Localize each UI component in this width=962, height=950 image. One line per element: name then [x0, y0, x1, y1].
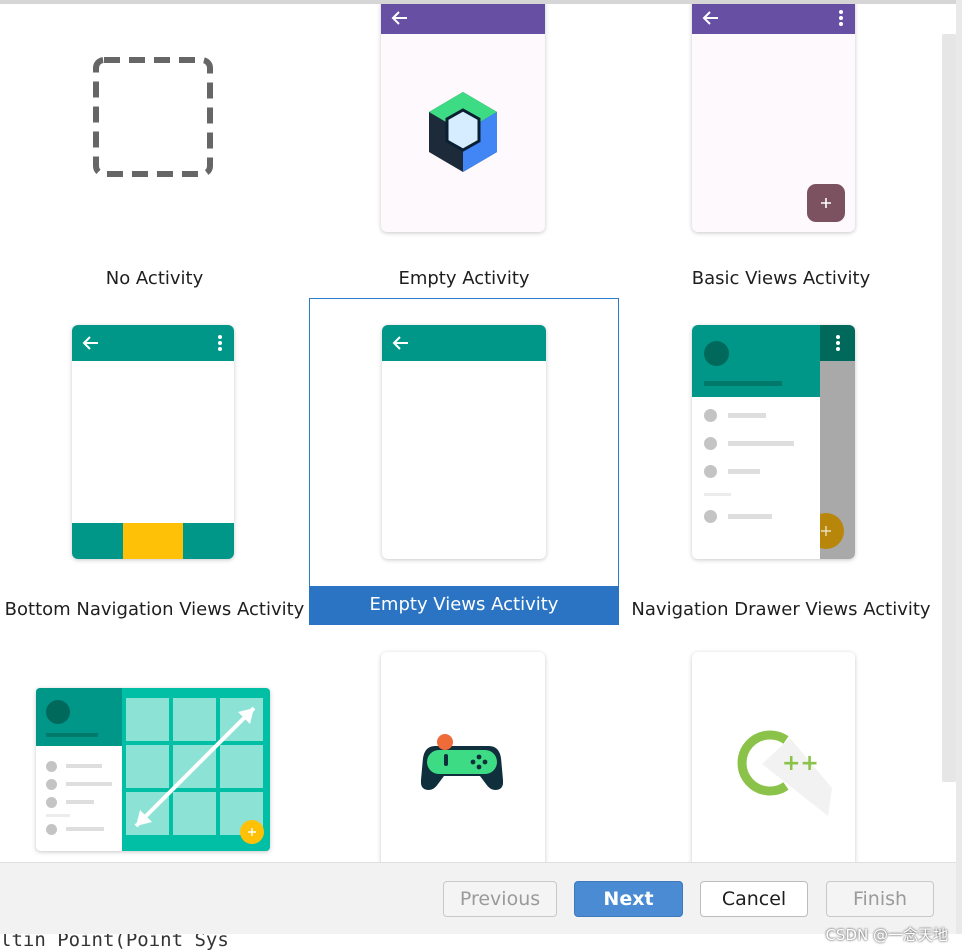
phone-preview	[72, 325, 234, 559]
template-basic-views-activity[interactable]: Basic Views Activity	[619, 4, 943, 298]
finish-button[interactable]: Finish	[826, 881, 934, 917]
template-bottom-navigation-views-activity[interactable]: Bottom Navigation Views Activity	[0, 298, 309, 625]
template-empty-activity[interactable]: Empty Activity	[309, 4, 619, 298]
template-game-activity[interactable]	[309, 625, 619, 862]
drawer-item-line	[66, 827, 104, 831]
header-line	[704, 381, 782, 386]
dashed-square-icon	[93, 57, 213, 177]
drawer-divider	[704, 493, 731, 496]
template-label: Empty Activity	[398, 268, 530, 289]
template-empty-views-activity[interactable]	[309, 298, 619, 625]
app-bar	[692, 4, 855, 34]
fab-button	[807, 184, 845, 222]
fab-button	[240, 820, 264, 844]
template-label: Basic Views Activity	[691, 268, 871, 289]
drawer-item-dot	[46, 797, 57, 808]
phone-preview	[692, 325, 855, 559]
drawer-item-dot	[46, 761, 57, 772]
window-edge	[956, 0, 962, 934]
arrow-back-icon	[391, 11, 407, 25]
arrow-back-icon	[702, 11, 718, 25]
header-line	[46, 733, 98, 737]
template-no-activity[interactable]: No Activity	[0, 4, 309, 298]
resize-grid-icon	[126, 698, 263, 835]
next-button[interactable]: Next	[574, 881, 683, 917]
phone-preview	[692, 4, 855, 232]
bottom-nav-bar	[72, 523, 234, 559]
arrow-back-icon	[392, 336, 408, 350]
app-bar	[72, 325, 234, 361]
tablet-preview	[36, 688, 270, 851]
template-label: Empty Views Activity	[369, 594, 559, 615]
template-label: Bottom Navigation Views Activity	[4, 599, 305, 620]
tablet-drawer	[36, 688, 122, 851]
phone-preview	[381, 652, 545, 862]
drawer-header	[36, 688, 122, 746]
drawer-item-dot	[46, 824, 57, 835]
template-label: No Activity	[105, 268, 204, 289]
background-editor: ltin Point(Point Sys	[0, 934, 962, 950]
bottom-nav-selected-item	[123, 523, 183, 559]
cpp-logo-icon: ++	[737, 730, 832, 816]
template-native-cpp[interactable]: ++	[619, 625, 943, 862]
drawer-item-dot	[46, 779, 57, 790]
more-vert-icon	[218, 335, 222, 351]
cancel-button[interactable]: Cancel	[700, 881, 808, 917]
phone-preview	[382, 325, 546, 559]
arrow-back-icon	[82, 336, 98, 350]
app-bar	[382, 325, 546, 361]
watermark: CSDN @一念天地	[825, 926, 948, 944]
plus-icon	[821, 198, 831, 208]
avatar	[704, 341, 729, 366]
vertical-scrollbar[interactable]	[942, 34, 956, 782]
gamepad-icon	[421, 734, 503, 790]
app-bar	[381, 4, 545, 34]
selected-label-bar[interactable]: Empty Views Activity	[309, 586, 619, 625]
wizard-footer: Previous Next Cancel Finish	[0, 862, 956, 934]
phone-preview	[381, 4, 545, 232]
template-label: Navigation Drawer Views Activity	[631, 599, 931, 620]
previous-button[interactable]: Previous	[443, 881, 557, 917]
drawer-divider	[46, 814, 70, 817]
phone-preview: ++	[692, 652, 855, 862]
drawer-item-line	[66, 800, 94, 804]
background-code: ltin Point(Point Sys	[0, 934, 229, 950]
more-vert-icon	[839, 10, 843, 26]
compose-logo-icon	[429, 92, 497, 172]
avatar	[46, 700, 70, 724]
scrim-appbar	[820, 325, 855, 361]
template-navigation-drawer-views-activity[interactable]: Navigation Drawer Views Activity	[619, 298, 943, 625]
template-responsive-views-activity[interactable]	[0, 625, 309, 862]
more-vert-icon	[836, 335, 840, 351]
template-grid[interactable]: No Activity Empty Activity Basic Views A…	[0, 4, 962, 862]
drawer-item-line	[66, 764, 102, 768]
drawer-header	[692, 325, 820, 397]
drawer	[692, 325, 820, 559]
drawer-item-line	[66, 782, 112, 786]
plus-icon	[248, 828, 256, 836]
svg-text:++: ++	[782, 751, 819, 776]
